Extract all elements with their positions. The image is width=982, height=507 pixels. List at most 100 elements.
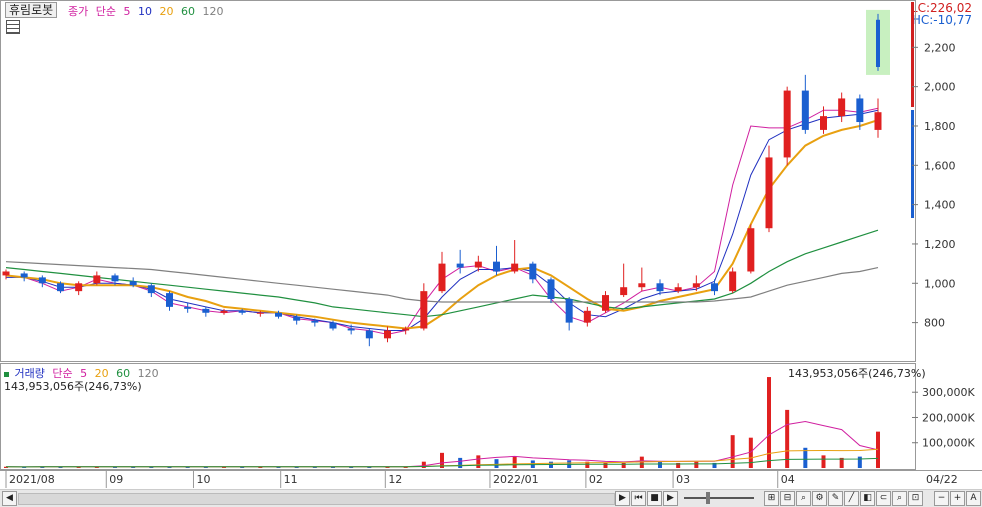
price-tick-label: 2,200 (924, 41, 956, 54)
volume-bar (494, 459, 499, 468)
ma-line-5 (5, 107, 879, 335)
zoom-in-icon[interactable]: ⊞ (764, 491, 779, 506)
candle-body (820, 116, 827, 130)
text-icon[interactable]: A (966, 491, 981, 506)
candle-body (147, 285, 155, 294)
candle-body (402, 328, 410, 331)
magnify-icon[interactable]: ⌕ (796, 491, 811, 506)
date-tick-label: 09 (109, 473, 123, 486)
candle-body (275, 312, 282, 317)
candle-body (493, 261, 500, 272)
candle-body (57, 283, 64, 292)
lc-range-bar (911, 2, 914, 107)
price-tick-label: 800 (924, 317, 945, 330)
price-tick-label: 2,000 (924, 81, 956, 94)
candle-body (656, 283, 664, 292)
volume-marker-icon (4, 371, 9, 377)
candle-body (311, 320, 319, 323)
price-tick-label: 1,600 (924, 159, 956, 172)
volume-bar (694, 461, 699, 468)
volume-info-left: 143,953,056주(246,73%) (4, 380, 142, 393)
scroll-right-icon[interactable]: ▶ (615, 491, 630, 506)
candle-body (166, 293, 173, 307)
minus-icon[interactable]: − (934, 491, 949, 506)
candle-body (438, 263, 446, 292)
volume-bar (658, 461, 662, 468)
candle-body (565, 299, 573, 323)
candle-body (529, 263, 537, 280)
candle-body (456, 263, 464, 268)
search-icon[interactable]: ⌕ (892, 491, 907, 506)
candle-body (511, 263, 519, 272)
volume-bar (421, 461, 426, 468)
chart-scrollbar[interactable]: ◀ ▶ ⏮ ■ ▶ ⊞ ⊟ ⌕ ⚙ ✎ ╱ ◧ ⊂ ⌕ ⊡ − + A (0, 489, 982, 507)
candle-body (184, 306, 192, 309)
volume-bar (512, 456, 517, 468)
candle-body (838, 98, 846, 117)
date-tick-label: 2022/01 (493, 473, 539, 486)
volume-tick-label: 200,000K (922, 411, 975, 424)
date-tick-label: 03 (676, 473, 690, 486)
candle-body (583, 310, 591, 323)
price-tick-label: 1,800 (924, 120, 956, 133)
candle-body (765, 157, 773, 229)
candle-body (692, 283, 700, 288)
price-tick-label: 1,200 (924, 238, 956, 251)
candle-body (638, 283, 646, 288)
candle-body (747, 228, 755, 272)
candle-body (474, 261, 482, 268)
volume-bar (458, 457, 463, 468)
candle-body (129, 281, 137, 286)
date-tick-label: 10 (196, 473, 210, 486)
price-plot (2, 9, 890, 347)
candle-body (602, 295, 609, 311)
date-tick-label: 11 (284, 473, 298, 486)
highlight-candle-body (876, 19, 880, 67)
volume-bar (603, 462, 608, 468)
candle-body (220, 310, 228, 313)
candle-body (365, 330, 373, 339)
zoom-slider[interactable] (684, 492, 754, 504)
date-tick-label: 04 (781, 473, 795, 486)
tool-icon[interactable]: ◧ (860, 491, 875, 506)
plus-icon[interactable]: + (950, 491, 965, 506)
next-icon[interactable]: ▶ (663, 491, 678, 506)
scroll-left-icon[interactable]: ◀ (2, 491, 17, 506)
candle-body (93, 275, 101, 284)
stock-chart-window: 휴림로봇 종가 단순 5 10 20 60 120 LC:226,02 HC:-… (0, 0, 982, 507)
candle-body (874, 112, 882, 130)
current-date-label: 04/22 (926, 473, 958, 486)
candle-body (783, 90, 791, 158)
first-icon[interactable]: ⏮ (631, 491, 646, 506)
candle-body (384, 330, 391, 339)
price-tick-label: 1,000 (924, 277, 956, 290)
date-tick-label: 02 (589, 473, 603, 486)
volume-tick-label: 100,000K (922, 437, 975, 450)
zoom-reset-icon[interactable]: ⊡ (908, 491, 923, 506)
volume-bar (821, 455, 826, 468)
candle-body (729, 271, 737, 292)
candle-body (620, 287, 628, 296)
stop-icon[interactable]: ■ (647, 491, 662, 506)
candle-body (38, 277, 46, 284)
candle-body (111, 275, 119, 282)
settings-icon[interactable]: ⚙ (812, 491, 827, 506)
price-pane-frame (0, 0, 916, 362)
candle-body (329, 322, 337, 329)
volume-bar (857, 456, 862, 468)
magnet-icon[interactable]: ⊂ (876, 491, 891, 506)
zoom-out-icon[interactable]: ⊟ (780, 491, 795, 506)
candle-body (202, 308, 210, 313)
candle-body (75, 283, 83, 292)
volume-bar (476, 455, 481, 468)
candle-body (2, 271, 10, 276)
volume-info-right: 143,953,056주(246,73%) (788, 367, 926, 380)
price-volume-chart[interactable]: 2,200 2,000 1,800 1,600 1,400 1,200 1,000 800 30… (0, 0, 982, 489)
line-icon[interactable]: ╱ (844, 491, 859, 506)
candle-body (238, 310, 246, 313)
candle-body (674, 287, 682, 292)
scroll-track[interactable] (18, 493, 615, 505)
draw-icon[interactable]: ✎ (828, 491, 843, 506)
candle-body (293, 316, 301, 321)
candle-body (420, 291, 428, 329)
